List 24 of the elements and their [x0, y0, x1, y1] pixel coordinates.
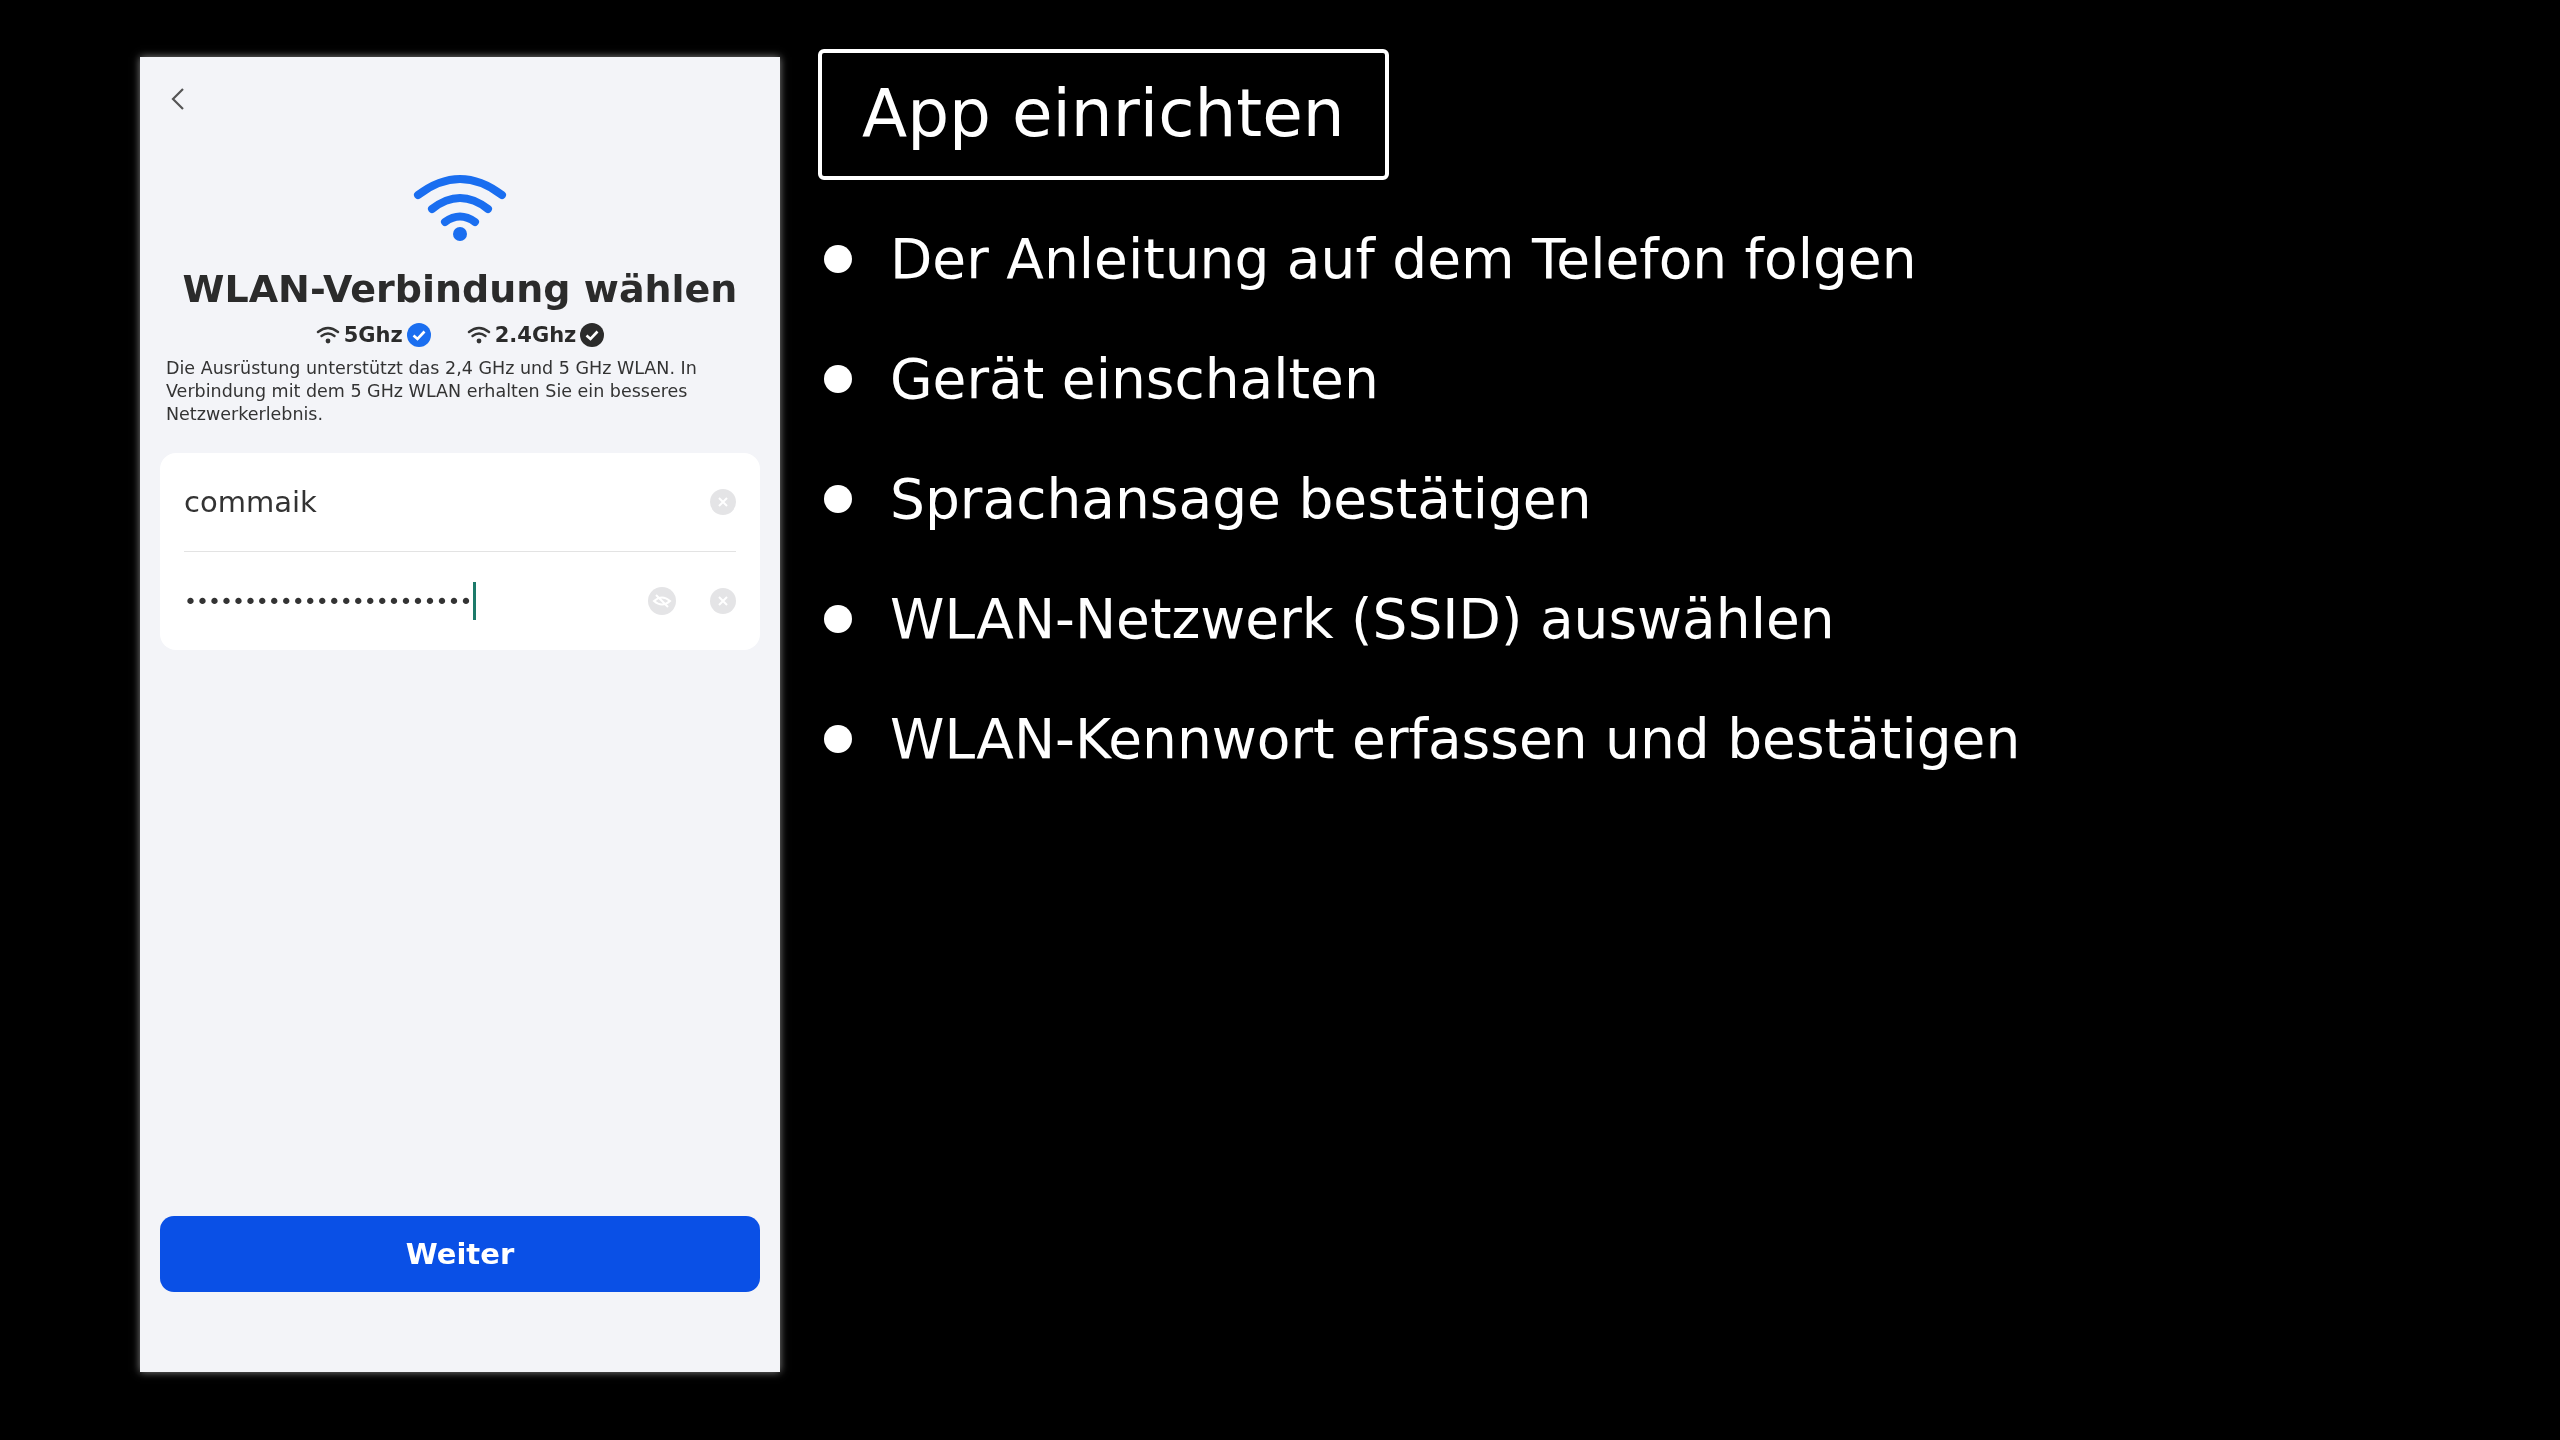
- back-icon[interactable]: [170, 87, 186, 111]
- bullet-icon: [824, 605, 852, 633]
- bullet-text: Sprachansage bestätigen: [890, 466, 1592, 533]
- slide-title: App einrichten: [818, 49, 1389, 180]
- network-field[interactable]: commaik: [184, 485, 710, 520]
- wifi-icon: [315, 326, 340, 344]
- next-button[interactable]: Weiter: [160, 1216, 760, 1292]
- bullet-icon: [824, 725, 852, 753]
- bullet-icon: [824, 485, 852, 513]
- hidden-eye-icon[interactable]: [648, 587, 676, 616]
- wifi-icon: [466, 326, 491, 344]
- bullet-text: WLAN-Netzwerk (SSID) auswählen: [890, 586, 1835, 653]
- bullet-icon: [824, 245, 852, 273]
- band-label: 2.4Ghz: [494, 323, 577, 347]
- bullet-icon: [824, 365, 852, 393]
- band-label: 5Ghz: [343, 323, 403, 347]
- bullet-text: Der Anleitung auf dem Telefon folgen: [890, 226, 1917, 293]
- clear-icon[interactable]: [710, 588, 736, 615]
- description-text: Die Ausrüstung unterstützt das 2,4 GHz und 5 GHz WLAN. In Verbindung mit dem 5 GHz WLAN erhalten Sie ein besseres Netzwerkerlebnis.: [165, 357, 698, 426]
- screen-title: WLAN-Verbindung wählen: [182, 267, 738, 311]
- bullet-text: WLAN-Kennwort erfassen und bestätigen: [890, 706, 2021, 773]
- password-field[interactable]: ••••••••••••••••••••••••: [184, 582, 648, 621]
- bullet-text: Gerät einschalten: [890, 346, 1379, 413]
- clear-icon[interactable]: [710, 489, 736, 516]
